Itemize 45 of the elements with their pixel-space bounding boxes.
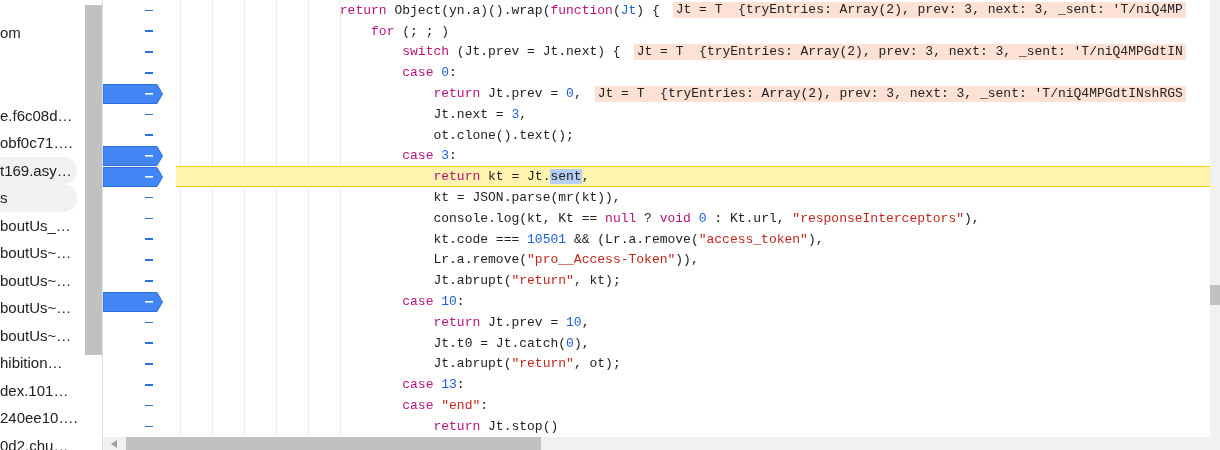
scrollbar-thumb[interactable] (85, 5, 102, 355)
file-item[interactable]: boutUs~… (0, 321, 77, 349)
inline-value: Jt = T {tryEntries: Array(2), prev: 3, next: 3, _sent: 'T/niQ4MPGdtINshRGS (594, 85, 1186, 102)
file-item[interactable]: boutUs~… (0, 266, 77, 294)
scrollbar-thumb[interactable] (126, 437, 541, 450)
code-line: case 0: (401, 65, 457, 81)
file-item[interactable]: s (0, 184, 77, 212)
code-line: Jt.t0 = Jt.catch(0), (432, 335, 590, 351)
code-line: Jt.next = 3, (432, 106, 528, 122)
file-item[interactable]: obf0c71…. (0, 129, 77, 157)
breakpoint-marker[interactable] (103, 83, 163, 104)
file-item[interactable]: dex.101… (0, 376, 77, 404)
code-line: switch (Jt.prev = Jt.next) { (401, 44, 621, 60)
file-item[interactable]: e.f6c08d… (0, 101, 77, 129)
file-item[interactable]: t169.asy… (0, 156, 77, 184)
file-item[interactable]: om (0, 19, 77, 47)
file-item[interactable]: boutUs~… (0, 239, 77, 267)
file-item[interactable]: 240ee10…. (0, 404, 77, 432)
code-line: Jt.abrupt("return", ot); (432, 356, 621, 372)
code-line: case "end": (401, 398, 489, 414)
file-item[interactable]: hibition… (0, 349, 77, 377)
breakpoint-marker[interactable] (103, 166, 163, 187)
file-item[interactable]: boutUs_… (0, 211, 77, 239)
code-line: case 13: (401, 377, 465, 393)
code-line: for (; ; ) (370, 23, 450, 39)
file-item[interactable]: boutUs~… (0, 294, 77, 322)
code-line: return Jt.prev = 0, (432, 86, 582, 102)
inline-value: Jt = T {tryEntries: Array(2), prev: 3, next: 3, _sent: 'T/niQ4MPGdtIN (633, 44, 1186, 60)
code-line: return kt = Jt.sent, (432, 169, 590, 185)
code-line: console.log(kt, Kt == null ? void 0 : Kt.url, "responseInterceptors"), (432, 210, 980, 226)
code-line: return Jt.prev = 10, (432, 314, 590, 330)
scrollbar-thumb[interactable] (1210, 285, 1220, 305)
breakpoint-marker[interactable] (103, 145, 163, 166)
code-line: ot.clone().text(); (432, 127, 574, 143)
code-line: case 10: (401, 294, 465, 310)
code-line: kt = JSON.parse(mr(kt)), (432, 190, 621, 206)
code-line: return Jt.stop() (432, 418, 559, 434)
inline-value: Jt = T {tryEntries: Array(2), prev: 3, next: 3, _sent: 'T/niQ4MP (672, 2, 1186, 19)
code-line: kt.code === 10501 && (Lr.a.remove("access_token"), (432, 231, 824, 247)
file-item[interactable]: 0d2.chu… (0, 431, 77, 450)
breakpoint-marker[interactable] (103, 291, 163, 312)
code-line: Lr.a.remove("pro__Access-Token")), (432, 252, 699, 268)
code-line: case 3: (401, 148, 457, 164)
code-line: Jt.abrupt("return", kt); (432, 273, 621, 289)
code-line: return Object(yn.a)().wrap(function(Jt) { (338, 2, 660, 18)
